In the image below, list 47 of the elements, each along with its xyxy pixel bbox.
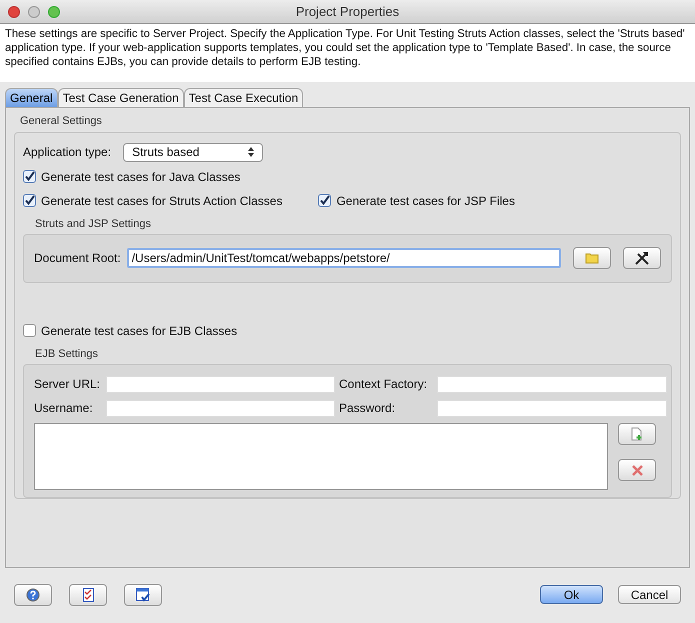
field-label: Password: <box>339 400 396 418</box>
checkbox-label: Generate test cases for EJB Classes <box>41 322 238 340</box>
checkbox[interactable] <box>23 170 36 183</box>
help-button[interactable] <box>14 584 52 606</box>
tab[interactable]: General <box>5 88 58 108</box>
group-title: Struts and JSP Settings <box>35 216 152 232</box>
checkbox[interactable] <box>23 324 36 338</box>
input-field[interactable] <box>106 376 335 393</box>
checkbox-label: Generate test cases for Java Classes <box>41 168 240 186</box>
field-label: Document Root: <box>34 250 121 268</box>
checkbox-label: Generate test cases for JSP Files <box>336 192 515 210</box>
add-button[interactable] <box>618 423 656 446</box>
dialog-button[interactable]: Cancel <box>618 585 681 604</box>
stepper-icon <box>248 147 254 157</box>
tools-button[interactable] <box>623 247 661 270</box>
field-label: Context Factory: <box>339 376 428 394</box>
close-icon <box>632 464 642 476</box>
checkbox-label: Generate test cases for Struts Action Classes <box>41 192 282 210</box>
input-field[interactable] <box>437 400 667 417</box>
remove-button[interactable] <box>618 459 656 482</box>
calendar-check-button[interactable] <box>124 584 162 606</box>
group-title: EJB Settings <box>35 346 99 362</box>
input-field[interactable] <box>437 376 667 393</box>
zoom-button[interactable] <box>48 6 60 18</box>
tab[interactable]: Test Case Execution <box>184 88 304 108</box>
close-button[interactable] <box>8 6 20 18</box>
document-root-field[interactable]: /Users/admin/UnitTest/tomcat/webapps/petstore/ <box>126 248 562 268</box>
application-type-dropdown[interactable]: Struts based <box>123 142 264 162</box>
add-file-icon <box>631 427 643 442</box>
checklist-button[interactable] <box>69 584 107 606</box>
folder-icon <box>585 252 600 264</box>
checkbox[interactable] <box>23 194 36 207</box>
group-title: General Settings <box>20 114 103 129</box>
tab[interactable]: Test Case Generation <box>58 88 184 108</box>
help-icon <box>26 588 40 602</box>
checklist-icon <box>82 588 94 602</box>
field-label: Server URL: <box>34 376 102 394</box>
input-field[interactable] <box>106 400 335 417</box>
description-text: These settings are specific to Server Project. Specify the Application Type. For Unit Testing Struts Action classes, select the 'Struts based' application type. If your web-application supports templates, you could set the application type to 'Template Based'. In case, the source specified contains EJBs, you can provide details to perform EJB testing. <box>5 27 686 69</box>
window-check-icon <box>136 588 150 602</box>
field-label: Application type: <box>23 144 112 161</box>
minimize-button[interactable] <box>28 6 40 18</box>
window-title: Project Properties <box>296 2 400 21</box>
field-label: Username: <box>34 400 94 418</box>
checkbox[interactable] <box>318 194 332 207</box>
dialog-button[interactable]: Ok <box>540 585 603 604</box>
browse-button[interactable] <box>573 247 612 270</box>
